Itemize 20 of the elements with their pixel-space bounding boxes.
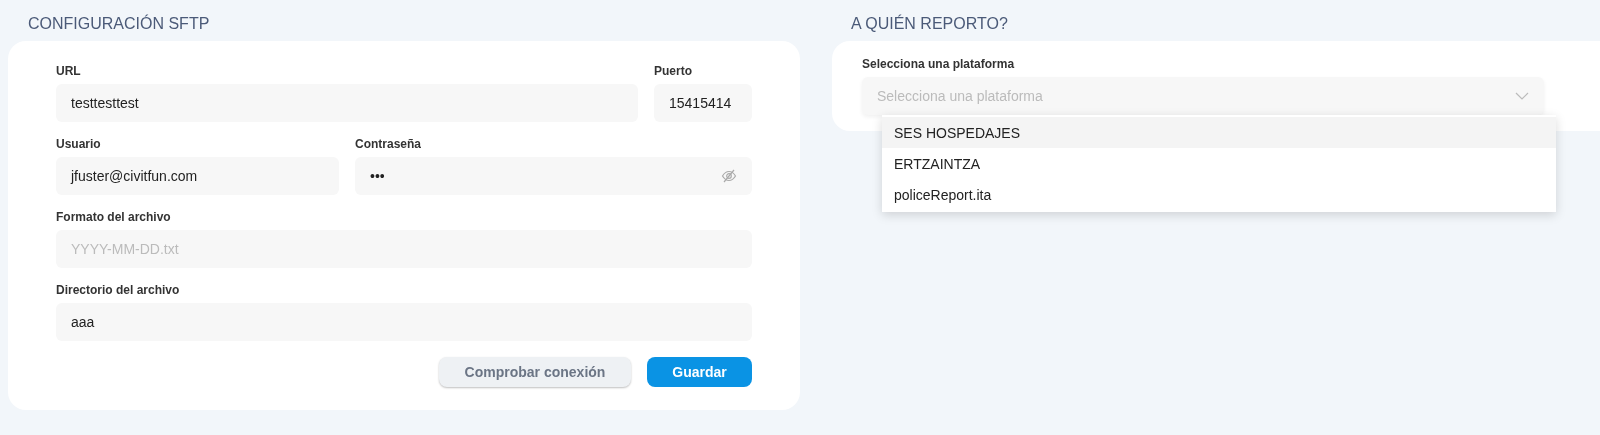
dropdown-option[interactable]: SES HOSPEDAJES [882, 117, 1556, 148]
input-field[interactable]: 15415414 [654, 84, 752, 122]
dropdown-option[interactable]: policeReport.ita [882, 179, 1556, 210]
field-label: Formato del archivo [56, 211, 172, 223]
field-label: Contraseña [355, 138, 423, 150]
field-label: Usuario [56, 138, 102, 150]
field-label: Puerto [654, 65, 693, 77]
password-field[interactable]: ••• [355, 157, 752, 195]
input-field[interactable]: testtesttest [56, 84, 638, 122]
input-field[interactable]: aaa [56, 303, 752, 341]
section-title: A QUIÉN REPORTO? [851, 14, 1009, 34]
section-title: CONFIGURACIÓN SFTP [28, 14, 211, 34]
eye-slash-icon[interactable] [721, 168, 737, 184]
field-label: Directorio del archivo [56, 284, 181, 296]
input-field[interactable]: jfuster@civitfun.com [56, 157, 339, 195]
field-label: URL [56, 65, 82, 77]
test-connection-button[interactable]: Comprobar conexión [439, 357, 631, 387]
dropdown-option[interactable]: ERTZAINTZA [882, 148, 1556, 179]
chevron-down-icon[interactable] [1515, 91, 1529, 101]
field-label: Selecciona una plataforma [862, 58, 1016, 70]
